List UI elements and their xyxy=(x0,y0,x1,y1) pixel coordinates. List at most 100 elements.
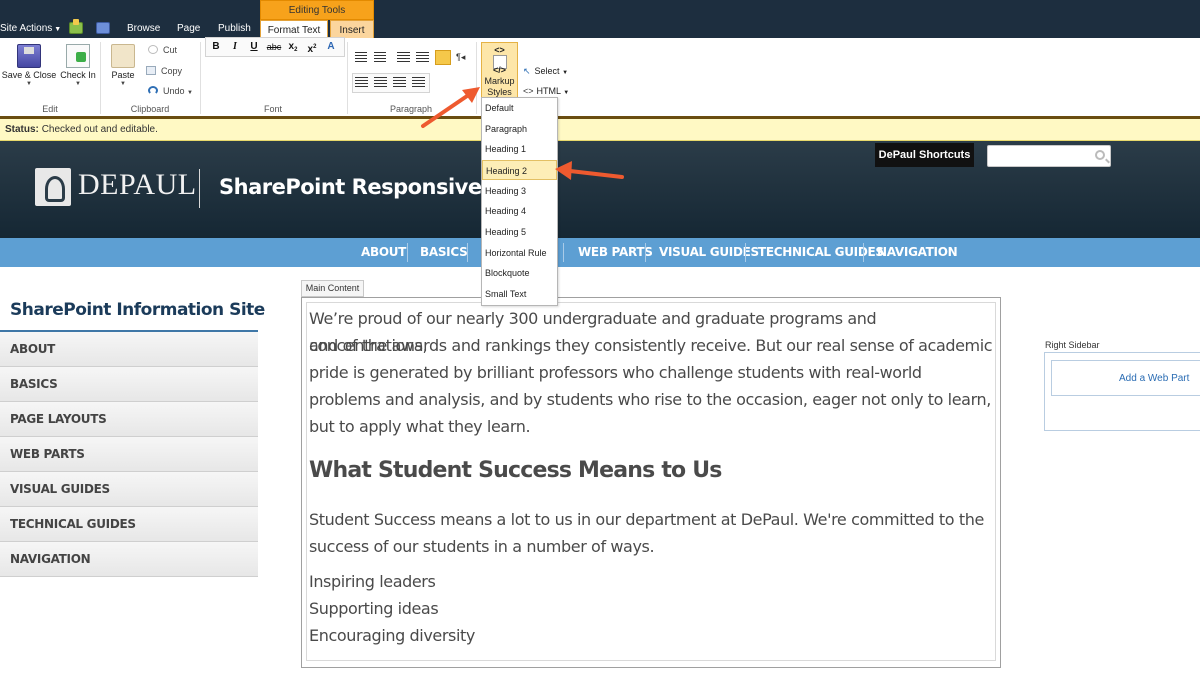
decrease-indent-icon[interactable] xyxy=(397,52,410,63)
save-close-label: Save & Close xyxy=(1,70,57,80)
tab-page[interactable]: Page xyxy=(177,23,200,34)
check-in-button[interactable]: Check In ▼ xyxy=(58,44,98,87)
copy-icon xyxy=(146,66,156,75)
search-icon[interactable] xyxy=(1095,150,1105,160)
left-nav-item-web-parts[interactable]: WEB PARTS xyxy=(0,437,258,472)
left-nav-item-visual-guides[interactable]: VISUAL GUIDES xyxy=(0,472,258,507)
superscript-button[interactable]: x2 xyxy=(303,38,321,56)
left-nav-title[interactable]: SharePoint Information Site xyxy=(10,300,265,320)
menu-item-heading-2[interactable]: Heading 2 xyxy=(482,160,557,180)
clear-format-icon[interactable]: A xyxy=(322,38,340,56)
topnav-item-about[interactable]: ABOUT xyxy=(361,238,406,267)
site-actions-label: Site Actions xyxy=(0,23,53,34)
cut-button[interactable]: Cut xyxy=(148,45,177,55)
rtl-paragraph-icon[interactable]: ¶◂ xyxy=(456,52,470,63)
increase-indent-icon[interactable] xyxy=(416,52,429,63)
menu-item-heading-5[interactable]: Heading 5 xyxy=(482,222,557,242)
menu-item-heading-3[interactable]: Heading 3 xyxy=(482,181,557,201)
menu-item-default[interactable]: Default xyxy=(482,98,557,118)
paste-label: Paste xyxy=(111,70,135,80)
intro-line[interactable]: and of the awards and rankings they cons… xyxy=(309,332,999,359)
markup-close-tag-glyph: </> xyxy=(492,65,506,75)
paragraph-line[interactable]: Student Success means a lot to us in our… xyxy=(309,506,999,533)
italic-button[interactable]: I xyxy=(226,38,244,56)
subscript-button[interactable]: x2 xyxy=(284,38,302,56)
chevron-down-icon: ▼ xyxy=(54,26,62,33)
select-label: Select xyxy=(534,66,560,76)
list-item[interactable]: Encouraging diversity xyxy=(309,622,999,649)
topnav-item-technical-guides[interactable]: TECHNICAL GUIDES xyxy=(758,238,884,267)
content-heading[interactable]: What Student Success Means to Us xyxy=(309,458,722,483)
align-left-icon[interactable] xyxy=(355,77,368,88)
ribbon: Save & Close ▼ Check In ▼ Edit Paste ▼ C… xyxy=(0,38,1200,117)
save-icon xyxy=(17,44,41,68)
menu-item-paragraph[interactable]: Paragraph xyxy=(482,119,557,139)
menu-item-blockquote[interactable]: Blockquote xyxy=(482,263,557,283)
intro-line[interactable]: problems and analysis, and by students w… xyxy=(309,386,999,413)
menu-item-small-text[interactable]: Small Text xyxy=(482,284,557,304)
sharepoint-editor-page: Site Actions ▼ Browse Page Publish Editin… xyxy=(0,0,1200,685)
list-item[interactable]: Inspiring leaders xyxy=(309,568,999,595)
numbered-list-icon[interactable] xyxy=(374,52,386,63)
superscript-mark-icon: 2 xyxy=(313,44,317,50)
topnav-item-web-parts[interactable]: WEB PARTS xyxy=(578,238,653,267)
intro-line[interactable]: pride is generated by brilliant professo… xyxy=(309,359,999,386)
chevron-down-icon: ▼ xyxy=(187,90,193,96)
check-in-label: Check In xyxy=(60,70,96,80)
intro-line[interactable]: but to apply what they learn. xyxy=(309,413,999,440)
menu-item-horizontal-rule[interactable]: Horizontal Rule xyxy=(482,243,557,263)
menu-item-heading-4[interactable]: Heading 4 xyxy=(482,201,557,221)
markup-tag-glyph: <> xyxy=(494,45,505,55)
ltr-paragraph-icon[interactable] xyxy=(435,50,451,65)
status-label: Status: xyxy=(5,124,39,135)
search-input[interactable] xyxy=(987,145,1111,167)
save-close-button[interactable]: Save & Close ▼ xyxy=(1,44,57,87)
depaul-logo-text[interactable]: DEPAUL xyxy=(78,168,197,202)
undo-button[interactable]: Undo ▼ xyxy=(148,86,193,96)
status-bar: Status: Checked out and editable. xyxy=(0,119,1200,141)
site-actions-menu[interactable]: Site Actions ▼ xyxy=(0,23,61,34)
left-nav-item-navigation[interactable]: NAVIGATION xyxy=(0,542,258,577)
left-nav-item-basics[interactable]: BASICS xyxy=(0,367,258,402)
add-web-part-link[interactable]: Add a Web Part xyxy=(1051,360,1200,396)
tab-publish[interactable]: Publish xyxy=(218,23,251,34)
annotation-arrow-icon xyxy=(421,87,480,128)
annotation-arrow-icon xyxy=(555,161,624,180)
left-nav-item-about[interactable]: ABOUT xyxy=(0,332,258,367)
topnav-item-basics[interactable]: BASICS xyxy=(420,238,468,267)
bold-button[interactable]: B xyxy=(207,38,225,56)
site-title[interactable]: SharePoint Responsive xyxy=(219,175,482,199)
copy-button[interactable]: Copy xyxy=(146,66,182,76)
select-button[interactable]: ↖ Select ▼ xyxy=(523,66,568,77)
edit-page-icon[interactable] xyxy=(96,22,110,34)
depaul-logo-icon[interactable] xyxy=(35,168,71,206)
cut-label: Cut xyxy=(163,45,178,55)
topnav-item-visual-guides[interactable]: VISUAL GUIDES xyxy=(659,238,759,267)
list-item[interactable]: Supporting ideas xyxy=(309,595,999,622)
scissors-icon xyxy=(148,45,158,54)
nav-separator xyxy=(863,243,864,262)
html-button[interactable]: <> HTML ▼ xyxy=(523,86,569,96)
strikethrough-button[interactable]: abc xyxy=(264,38,284,56)
topnav-item-navigation[interactable]: NAVIGATION xyxy=(877,238,958,267)
paste-icon xyxy=(111,44,135,68)
align-center-icon[interactable] xyxy=(374,77,387,88)
group-label-font: Font xyxy=(263,104,282,114)
group-label-edit: Edit xyxy=(42,104,58,114)
align-right-icon[interactable] xyxy=(393,77,406,88)
copy-label: Copy xyxy=(161,66,183,76)
nav-separator xyxy=(407,243,408,262)
bullet-list-icon[interactable] xyxy=(355,52,367,63)
depaul-shortcuts-button[interactable]: DePaul Shortcuts xyxy=(875,143,974,167)
navigate-up-icon[interactable] xyxy=(69,19,83,34)
menu-item-heading-1[interactable]: Heading 1 xyxy=(482,139,557,159)
status-text: Checked out and editable. xyxy=(41,124,158,135)
paste-button[interactable]: Paste ▼ xyxy=(108,44,138,87)
tab-browse[interactable]: Browse xyxy=(127,23,160,34)
underline-button[interactable]: U xyxy=(245,38,263,56)
left-nav-item-page-layouts[interactable]: PAGE LAYOUTS xyxy=(0,402,258,437)
chevron-down-icon: ▼ xyxy=(75,81,81,87)
paragraph-line[interactable]: success of our students in a number of w… xyxy=(309,533,999,560)
left-nav-item-technical-guides[interactable]: TECHNICAL GUIDES xyxy=(0,507,258,542)
editing-tools-group-label: Editing Tools xyxy=(260,0,374,20)
